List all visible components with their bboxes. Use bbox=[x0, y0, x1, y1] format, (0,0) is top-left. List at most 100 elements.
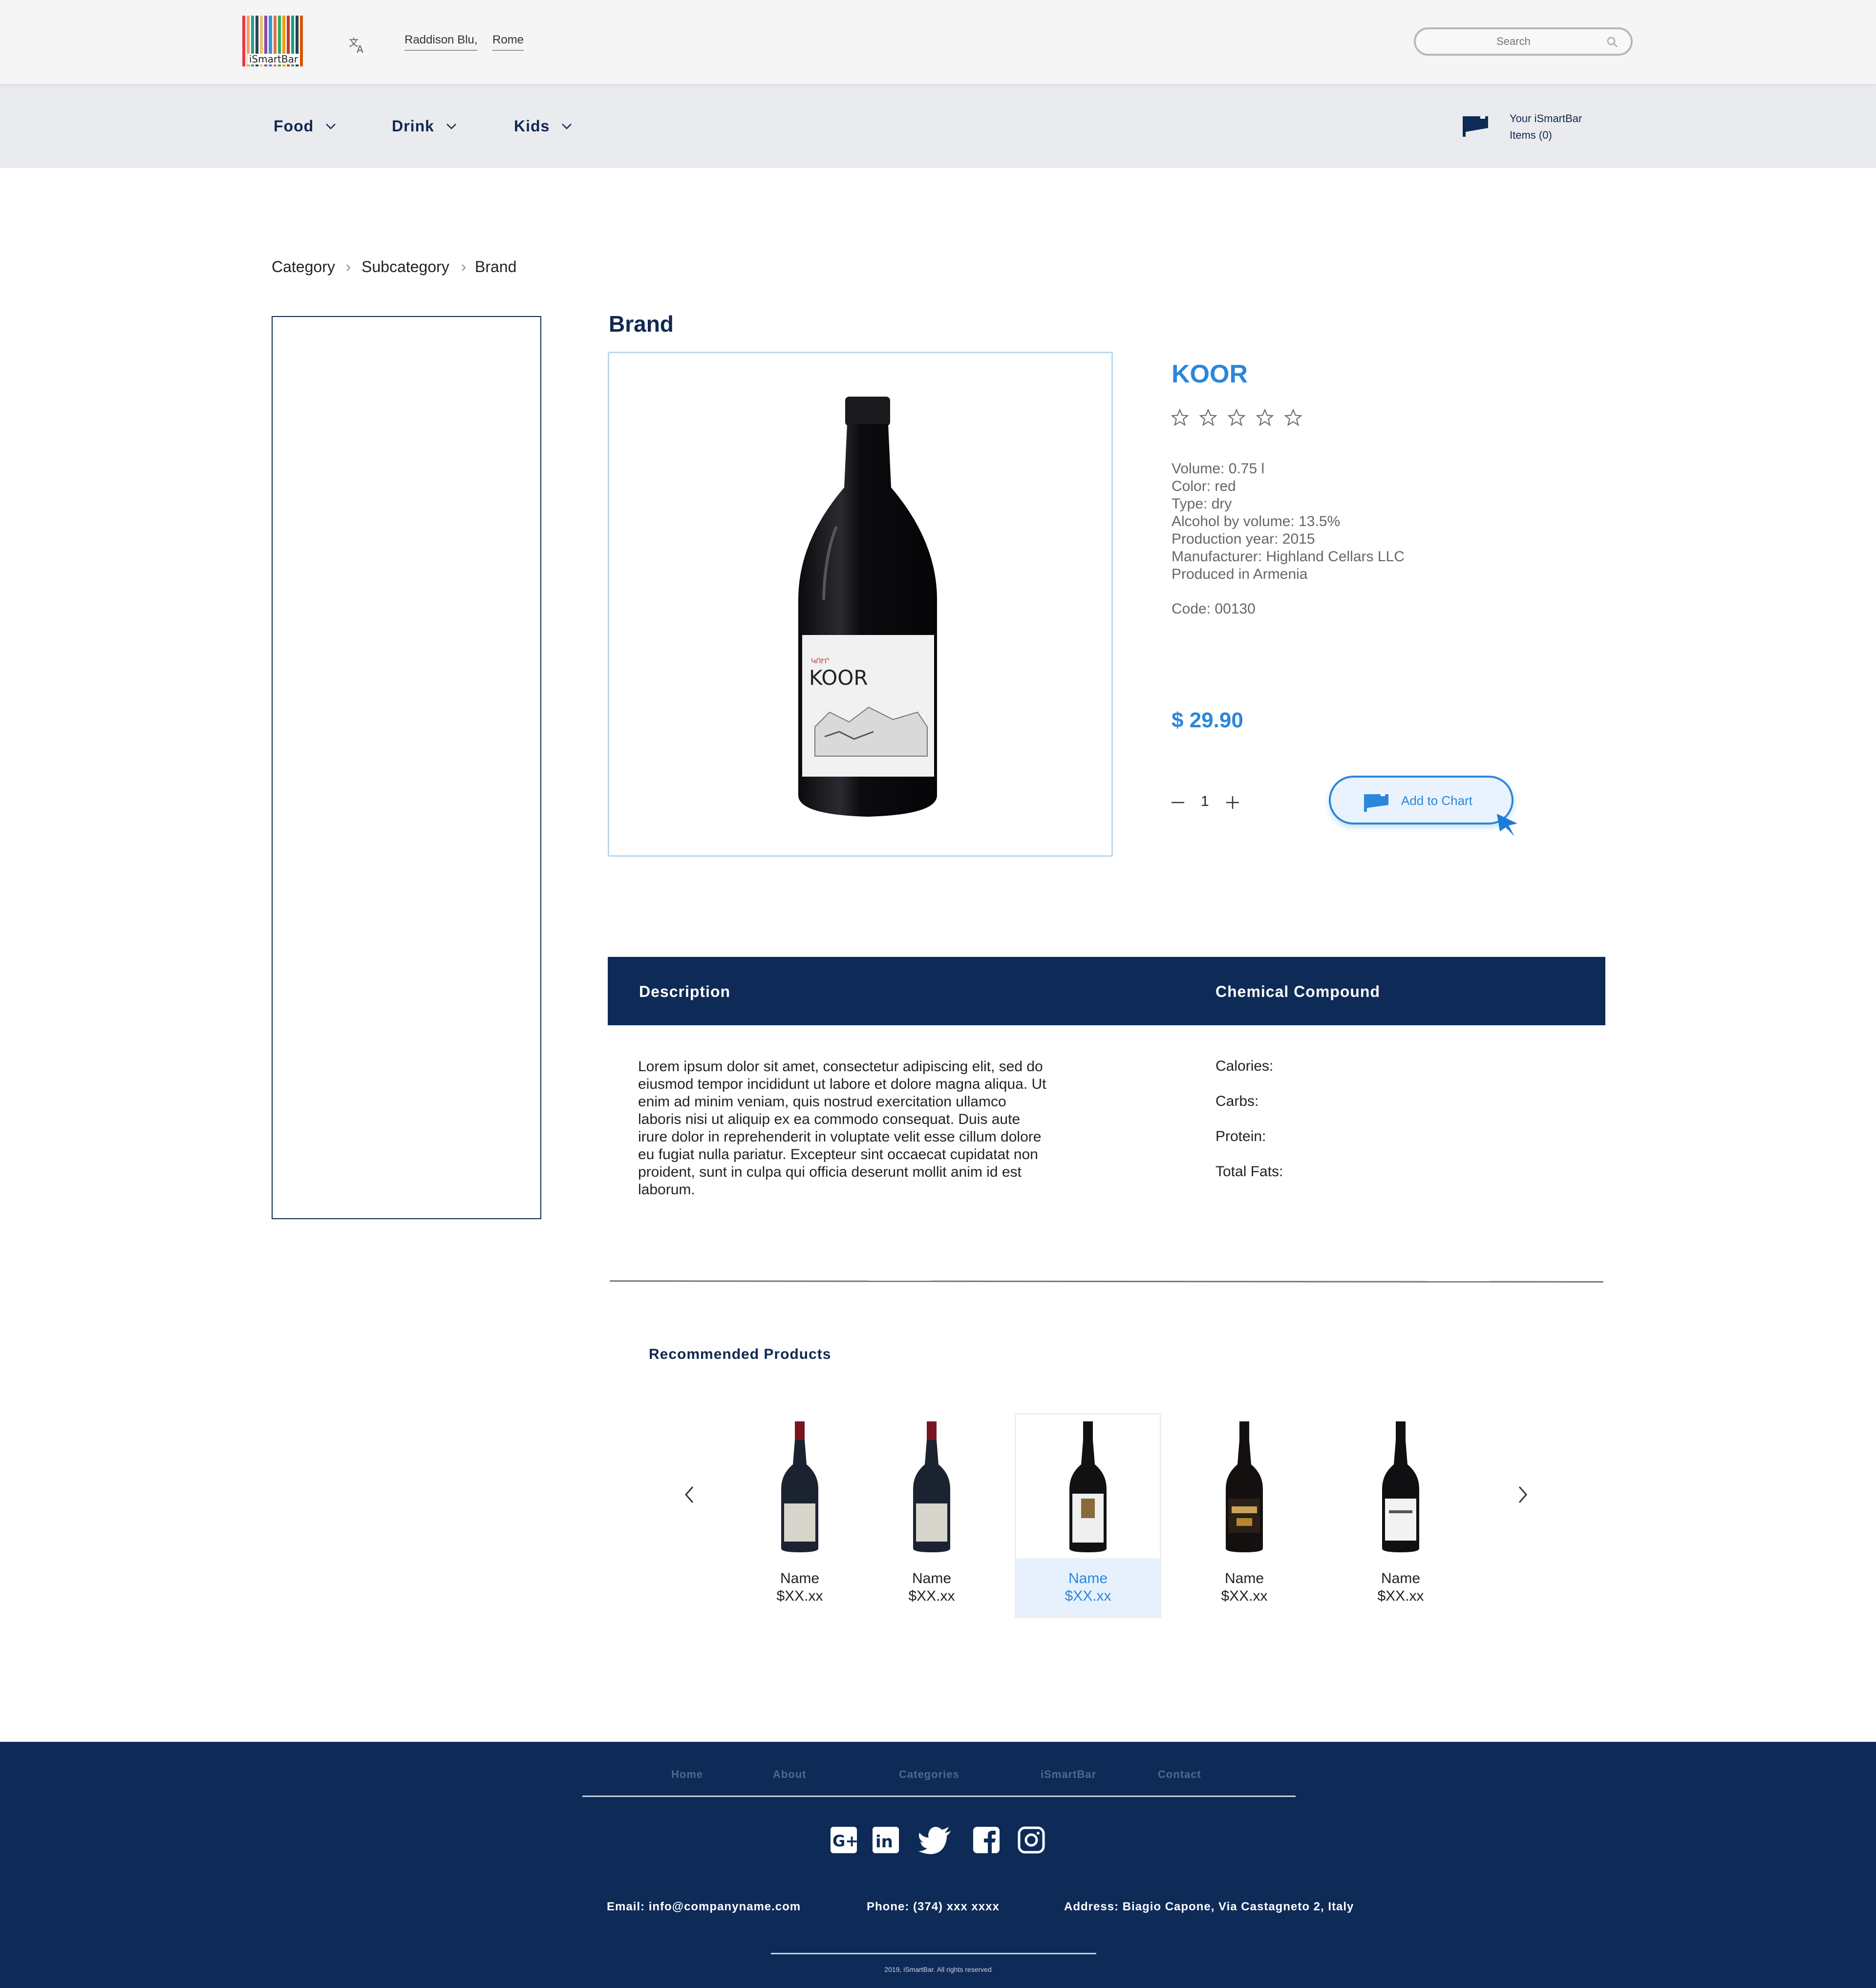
spec-origin: Produced in Armenia bbox=[1172, 566, 1308, 582]
nav-kids-label: Kids bbox=[514, 117, 550, 135]
instagram-icon[interactable] bbox=[1017, 1826, 1045, 1854]
spec-alcohol: Alcohol by volume: 13.5% bbox=[1172, 513, 1341, 529]
star-icon[interactable] bbox=[1227, 408, 1246, 427]
quantity-value[interactable]: 1 bbox=[1201, 793, 1209, 810]
recommended-price: $XX.xx bbox=[1377, 1588, 1424, 1604]
add-to-cart-label: Add to Chart bbox=[1401, 793, 1472, 808]
cart-items-count: Items (0) bbox=[1510, 129, 1552, 141]
facebook-icon[interactable] bbox=[972, 1826, 1001, 1854]
location-hotel-link[interactable]: Raddison Blu, bbox=[405, 33, 478, 51]
chem-carbs: Carbs: bbox=[1215, 1093, 1259, 1109]
nav-food-label: Food bbox=[274, 117, 314, 135]
recommended-caption: Name $XX.xx bbox=[728, 1558, 872, 1617]
wine-bottle-image bbox=[1069, 1421, 1107, 1552]
twitter-icon[interactable] bbox=[918, 1826, 953, 1854]
recommended-price: $XX.xx bbox=[1221, 1588, 1268, 1604]
product-code: Code: 00130 bbox=[1172, 601, 1256, 617]
footer-divider bbox=[582, 1796, 1296, 1797]
chevron-right-icon bbox=[346, 264, 351, 271]
wine-bottle-image bbox=[781, 1421, 818, 1552]
star-icon[interactable] bbox=[1171, 408, 1189, 427]
recommended-name: Name bbox=[912, 1570, 952, 1586]
recommended-name: Name bbox=[1068, 1570, 1108, 1586]
product-name: KOOR bbox=[1172, 360, 1248, 388]
nav-kids[interactable]: Kids bbox=[514, 117, 572, 135]
chem-total-fats: Total Fats: bbox=[1215, 1163, 1283, 1180]
recommended-name: Name bbox=[780, 1570, 820, 1586]
footer-divider bbox=[771, 1953, 1096, 1954]
spec-color: Color: red bbox=[1172, 478, 1236, 494]
footer-address: Address: Biagio Capone, Via Castagneto 2… bbox=[1064, 1900, 1354, 1913]
recommended-product-card-selected[interactable]: Name $XX.xx bbox=[1015, 1413, 1161, 1618]
chevron-right-icon bbox=[462, 264, 466, 271]
footer-link-home[interactable]: Home bbox=[671, 1768, 703, 1781]
nav-drink-label: Drink bbox=[392, 117, 434, 135]
description-text: Lorem ipsum dolor sit amet, consectetur … bbox=[638, 1058, 1046, 1198]
star-icon[interactable] bbox=[1199, 408, 1217, 427]
add-to-cart-button[interactable]: Add to Chart bbox=[1329, 776, 1514, 825]
carousel-prev-icon[interactable] bbox=[683, 1485, 696, 1504]
wine-bottle-image bbox=[1226, 1421, 1263, 1552]
recommended-product-card[interactable]: Name $XX.xx bbox=[1329, 1415, 1472, 1617]
bottle-label-text: KOOR bbox=[809, 666, 868, 690]
recommended-price: $XX.xx bbox=[776, 1588, 823, 1604]
info-tab-bar bbox=[608, 957, 1605, 1025]
recommended-caption: Name $XX.xx bbox=[1172, 1558, 1316, 1617]
location-city-link[interactable]: Rome bbox=[492, 33, 524, 51]
logo-text: iSmartBar bbox=[247, 54, 300, 64]
recommended-title: Recommended Products bbox=[649, 1346, 831, 1362]
translate-icon[interactable]: 文 A bbox=[348, 35, 367, 55]
breadcrumb-brand[interactable]: Brand bbox=[475, 258, 516, 276]
search-icon[interactable] bbox=[1606, 36, 1618, 48]
sidebar-filter-panel bbox=[272, 316, 541, 1219]
recommended-price: $XX.xx bbox=[908, 1588, 955, 1604]
footer-link-categories[interactable]: Categories bbox=[899, 1768, 959, 1781]
star-icon[interactable] bbox=[1284, 408, 1302, 427]
linkedin-icon[interactable]: in bbox=[872, 1826, 900, 1854]
svg-text:A: A bbox=[357, 43, 363, 55]
recommended-product-card[interactable]: Name $XX.xx bbox=[860, 1415, 1003, 1617]
search-input[interactable] bbox=[1430, 33, 1597, 50]
carousel-next-icon[interactable] bbox=[1516, 1485, 1529, 1504]
footer-link-contact[interactable]: Contact bbox=[1158, 1768, 1201, 1781]
recommended-product-card[interactable]: Name $XX.xx bbox=[728, 1415, 872, 1617]
star-icon[interactable] bbox=[1256, 408, 1274, 427]
footer-email[interactable]: Email: info@companyname.com bbox=[607, 1900, 801, 1914]
search-box[interactable] bbox=[1414, 27, 1633, 56]
tab-chemical-compound[interactable]: Chemical Compound bbox=[1215, 983, 1380, 1001]
cart-flag-icon[interactable] bbox=[1462, 114, 1489, 138]
footer-phone[interactable]: Phone: (374) xxx xxxx bbox=[867, 1900, 1000, 1914]
cart-summary[interactable]: Your iSmartBar Items (0) bbox=[1510, 110, 1582, 144]
breadcrumb-category[interactable]: Category bbox=[272, 258, 335, 276]
recommended-name: Name bbox=[1224, 1570, 1264, 1586]
google-plus-icon[interactable]: G+ bbox=[830, 1826, 858, 1854]
recommended-caption: Name $XX.xx bbox=[1016, 1558, 1160, 1617]
cart-flag-icon bbox=[1364, 794, 1388, 812]
ismartbar-logo[interactable]: iSmartBar bbox=[242, 16, 303, 66]
spec-manufacturer: Manufacturer: Highland Cellars LLC bbox=[1172, 549, 1405, 565]
svg-text:ԿՈՒՐ: ԿՈՒՐ bbox=[811, 657, 830, 665]
quantity-increase-button[interactable] bbox=[1225, 795, 1240, 810]
nav-food[interactable]: Food bbox=[274, 117, 336, 135]
footer-link-ismartbar[interactable]: iSmartBar bbox=[1041, 1768, 1096, 1781]
wine-bottle-image bbox=[1382, 1421, 1419, 1552]
svg-text:G+: G+ bbox=[832, 1832, 858, 1850]
footer-link-about[interactable]: About bbox=[773, 1768, 807, 1781]
chevron-down-icon bbox=[446, 123, 456, 129]
rating-stars[interactable] bbox=[1171, 408, 1302, 427]
breadcrumb-subcategory[interactable]: Subcategory bbox=[362, 258, 449, 276]
quantity-decrease-button[interactable] bbox=[1171, 795, 1185, 810]
wine-bottle-image bbox=[913, 1421, 950, 1552]
spec-volume: Volume: 0.75 l bbox=[1172, 461, 1265, 477]
spec-year: Production year: 2015 bbox=[1172, 531, 1315, 547]
recommended-caption: Name $XX.xx bbox=[860, 1558, 1003, 1617]
wine-bottle-image: ԿՈՒՐ KOOR bbox=[798, 397, 937, 817]
tab-description[interactable]: Description bbox=[639, 983, 730, 1001]
spec-type: Type: dry bbox=[1172, 496, 1232, 512]
cart-title: Your iSmartBar bbox=[1510, 112, 1582, 125]
recommended-caption: Name $XX.xx bbox=[1329, 1558, 1472, 1617]
nav-drink[interactable]: Drink bbox=[392, 117, 457, 135]
recommended-product-card[interactable]: Name $XX.xx bbox=[1172, 1415, 1316, 1617]
svg-text:in: in bbox=[875, 1832, 893, 1852]
chem-protein: Protein: bbox=[1215, 1128, 1266, 1144]
